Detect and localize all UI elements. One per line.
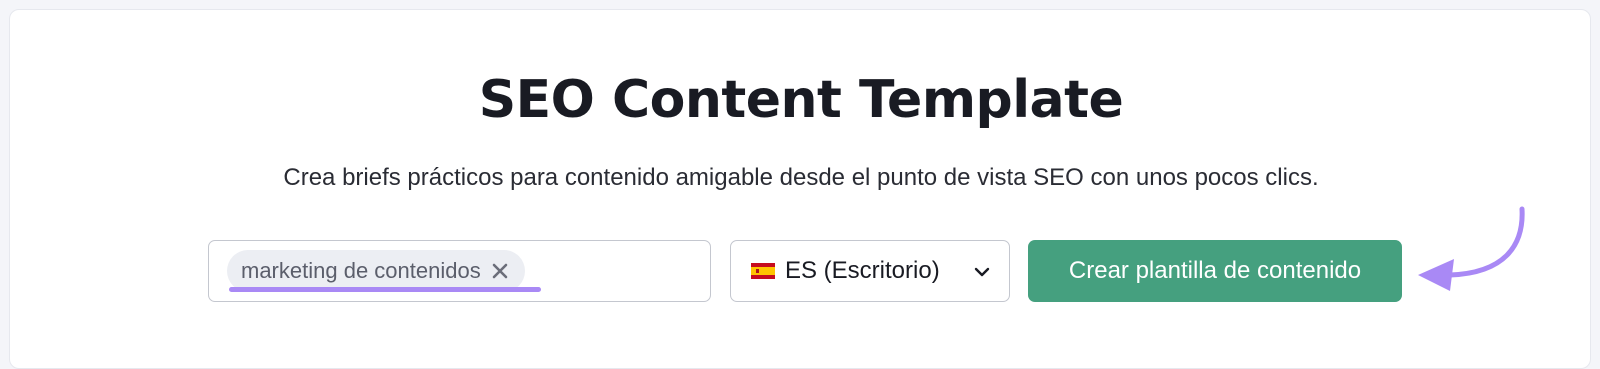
keyword-chip: marketing de contenidos: [227, 250, 525, 292]
create-template-button[interactable]: Crear plantilla de contenido: [1028, 240, 1402, 302]
main-card: SEO Content Template Crea briefs práctic…: [9, 9, 1591, 369]
chevron-down-icon: [974, 267, 990, 277]
keyword-input[interactable]: marketing de contenidos: [208, 240, 711, 302]
database-label: ES (Escritorio): [785, 257, 940, 284]
spain-flag-icon: [751, 263, 775, 279]
page-title: SEO Content Template: [478, 70, 1124, 130]
page-subtitle: Crea briefs prácticos para contenido ami…: [283, 164, 1319, 191]
keyword-chip-label: marketing de contenidos: [241, 258, 481, 283]
highlight-underline: [229, 287, 541, 292]
pointer-arrow-icon: [1418, 206, 1525, 291]
close-icon[interactable]: [491, 262, 509, 280]
database-select[interactable]: ES (Escritorio): [730, 240, 1010, 302]
